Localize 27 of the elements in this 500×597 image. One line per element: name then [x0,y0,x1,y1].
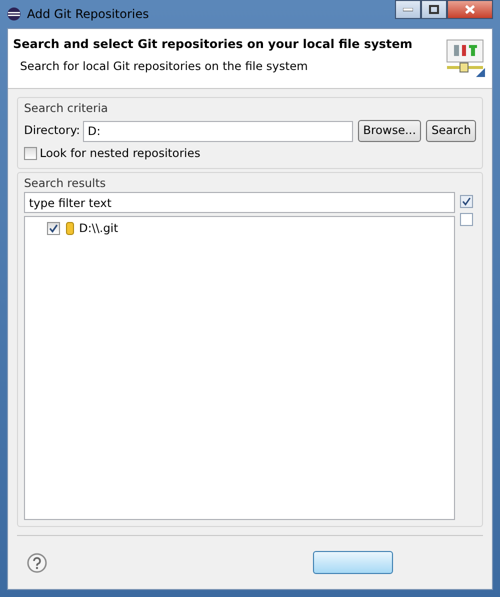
page-description: Search for local Git repositories on the file system [20,58,309,75]
select-all-icon[interactable] [460,194,473,208]
app-icon [7,7,21,21]
deselect-all-icon[interactable] [460,213,473,226]
directory-label: Directory: [24,122,80,140]
dialog-button[interactable] [313,551,393,574]
maximize-button[interactable] [421,0,447,19]
maximize-icon [429,5,439,14]
close-icon [465,5,475,14]
browse-button[interactable]: Browse... [358,120,421,142]
repository-icon [66,222,74,235]
directory-field[interactable]: D: [82,120,353,142]
group-label: Search results [24,174,107,192]
checkbox[interactable] [24,146,37,160]
filter-field[interactable]: type filter text [24,192,454,213]
checkbox-label: Look for nested repositories [40,144,200,162]
minimize-icon [403,8,413,12]
group-label: Search criteria [24,100,109,117]
git-logo-icon [446,38,486,78]
page-title: Search and select Git repositories on your local file system [13,36,414,53]
window-title: Add Git Repositories [27,6,149,23]
checkbox[interactable] [47,222,60,235]
close-button[interactable] [447,0,493,19]
help-icon[interactable] [27,552,47,572]
minimize-button[interactable] [395,0,421,19]
repository-path[interactable]: D:\\.git [79,220,118,237]
search-button[interactable]: Search [426,120,476,142]
